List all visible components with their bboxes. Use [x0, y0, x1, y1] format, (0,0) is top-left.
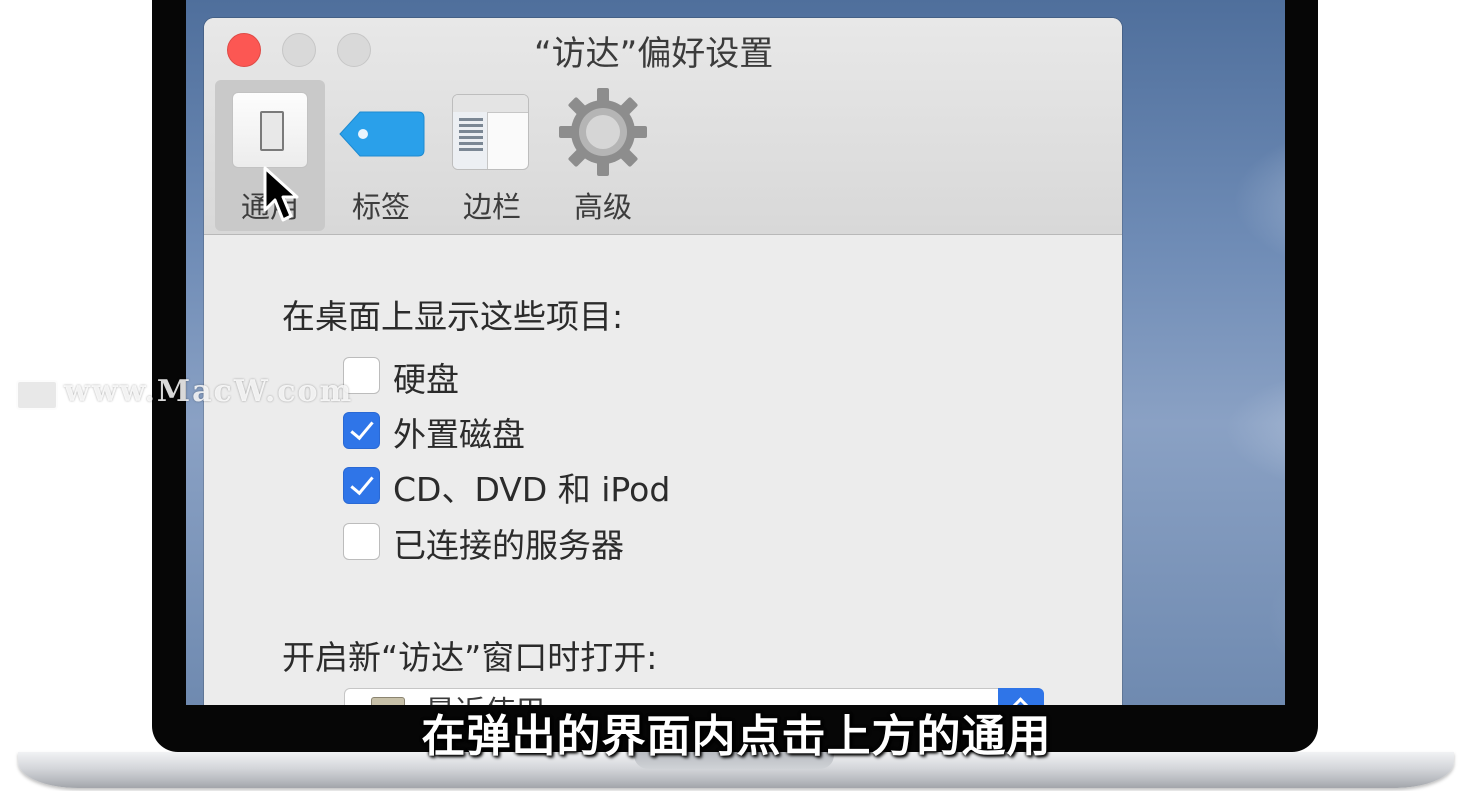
watermark-text: www.MacW.com [64, 374, 354, 409]
window-toolbar: “访达”偏好设置 通用 标签 边栏 [204, 18, 1122, 235]
window-title: “访达”偏好设置 [534, 34, 774, 74]
desktop-items-heading: 在桌面上显示这些项目: [282, 297, 624, 336]
hard-disks-label[interactable]: 硬盘 [393, 353, 459, 401]
general-switch-icon [232, 92, 308, 168]
gear-icon [559, 88, 647, 176]
watermark-logo-icon [16, 380, 58, 410]
tab-tags-label: 标签 [351, 190, 410, 224]
tab-sidebar[interactable]: 边栏 [437, 80, 547, 231]
tab-sidebar-label: 边栏 [462, 190, 521, 224]
video-subtitle: 在弹出的界面内点击上方的通用 [421, 711, 1052, 762]
tab-advanced-label: 高级 [573, 190, 632, 224]
tab-tags[interactable]: 标签 [326, 80, 436, 231]
new-window-heading: 开启新“访达”窗口时打开: [282, 638, 658, 677]
finder-preferences-window: “访达”偏好设置 通用 标签 边栏 [204, 18, 1122, 705]
cd-dvd-ipod-label[interactable]: CD、DVD 和 iPod [393, 463, 670, 511]
sidebar-icon [452, 94, 529, 170]
cd-dvd-ipod-checkbox[interactable] [343, 467, 380, 504]
external-disks-checkbox[interactable] [343, 412, 380, 449]
connected-servers-label[interactable]: 已连接的服务器 [393, 519, 624, 567]
tag-icon [339, 111, 425, 157]
desktop-screen: “访达”偏好设置 通用 标签 边栏 [186, 0, 1285, 705]
external-disks-label[interactable]: 外置磁盘 [393, 408, 525, 456]
mouse-cursor-icon [263, 166, 299, 222]
connected-servers-checkbox[interactable] [343, 523, 380, 560]
tab-advanced[interactable]: 高级 [548, 80, 658, 231]
